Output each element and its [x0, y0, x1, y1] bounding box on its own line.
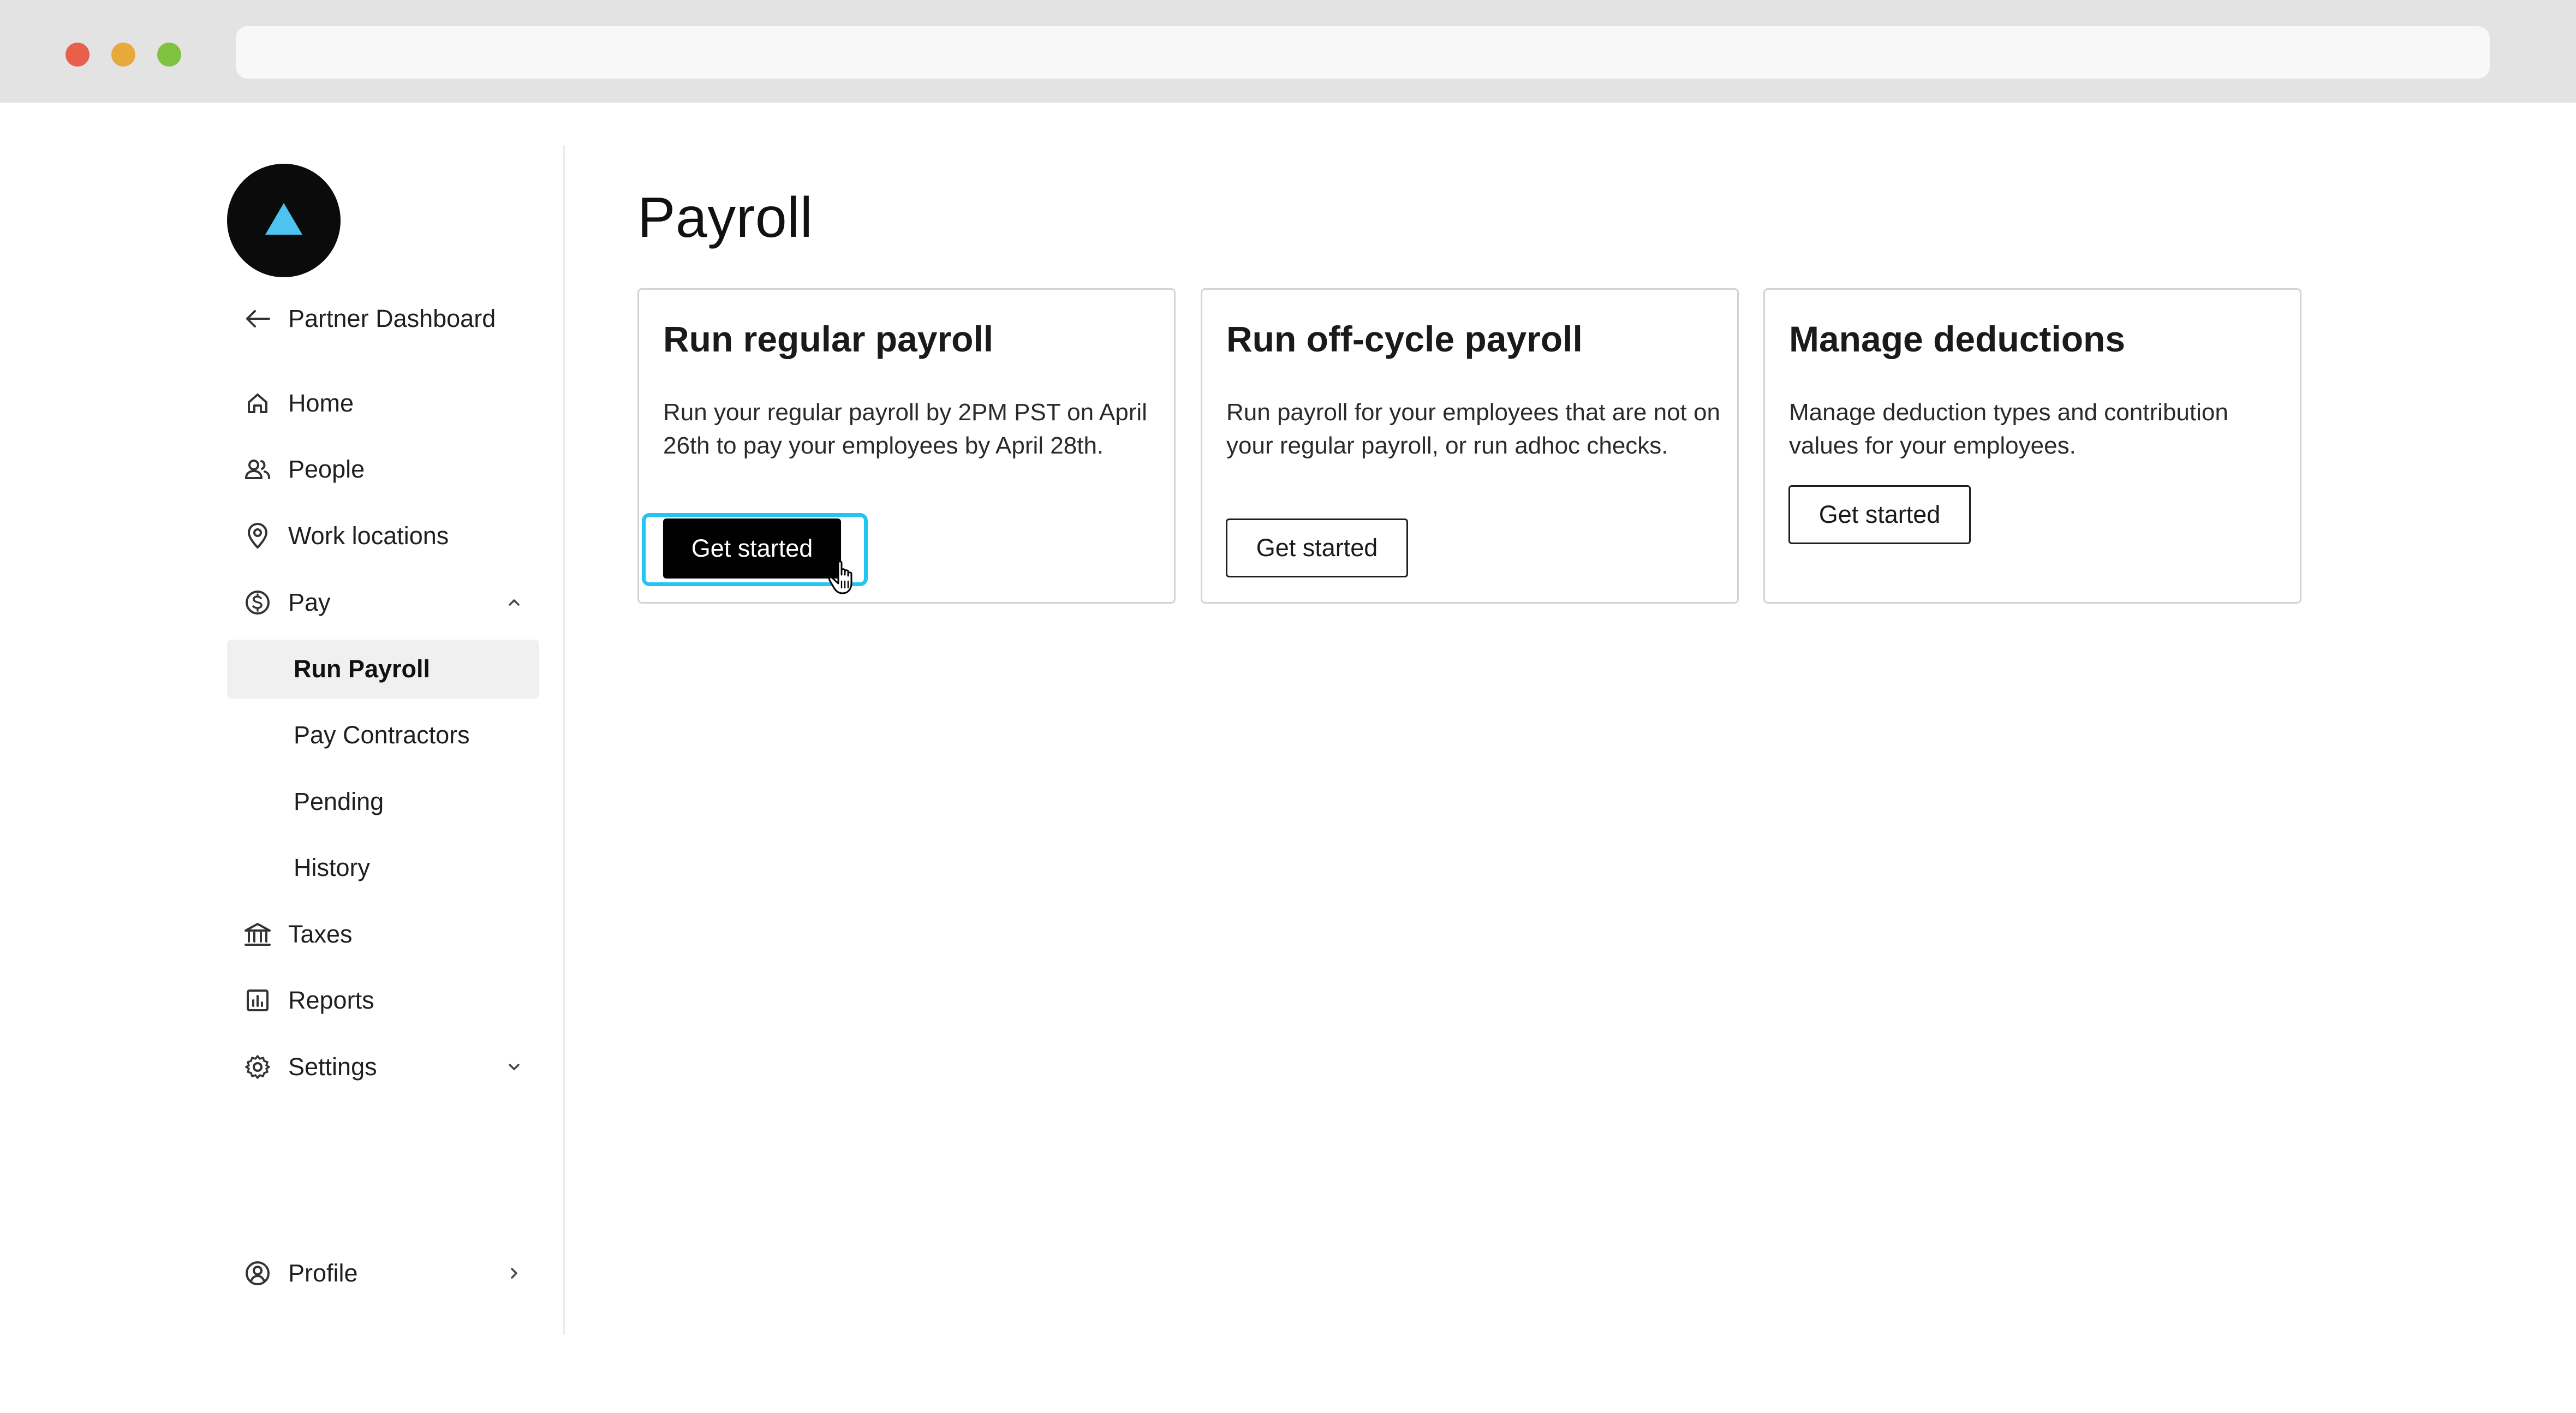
sidebar-item-label: Profile	[288, 1259, 358, 1287]
card-description: Manage deduction types and contribution …	[1789, 399, 2228, 459]
browser-chrome	[0, 0, 2576, 103]
back-link-label: Partner Dashboard	[288, 305, 496, 332]
window-maximize-button[interactable]	[157, 43, 181, 67]
hand-pointer-cursor-icon	[828, 561, 852, 594]
location-pin-icon	[227, 506, 288, 565]
card-title: Manage deductions	[1789, 319, 2126, 359]
sidebar-subitem-label: History	[294, 854, 371, 881]
card-description: Run payroll for your employees that are …	[1226, 399, 1720, 459]
run-off-cycle-payroll-get-started-button[interactable]: Get started	[1226, 518, 1408, 577]
sidebar-item-label: Reports	[288, 986, 374, 1014]
sidebar-item-label: Taxes	[288, 920, 353, 948]
sidebar-item-taxes[interactable]: Taxes	[227, 905, 539, 964]
sidebar-item-label: Pay	[288, 588, 331, 616]
report-chart-icon	[227, 971, 288, 1030]
sidebar-item-label: Work locations	[288, 522, 449, 550]
sidebar-item-work-locations[interactable]: Work locations	[227, 506, 539, 565]
chevron-right-icon	[504, 1260, 524, 1289]
people-icon	[227, 440, 288, 499]
sidebar-subitem-label: Run Payroll	[294, 655, 431, 683]
gear-icon	[227, 1038, 288, 1096]
user-circle-icon	[227, 1244, 288, 1303]
sidebar-item-label: Settings	[288, 1053, 377, 1081]
arrow-left-icon	[227, 289, 288, 348]
window-close-button[interactable]	[65, 43, 90, 67]
triangle-logo-icon	[265, 203, 302, 235]
sidebar-subitem-pay-contractors[interactable]: Pay Contractors	[227, 706, 539, 765]
bank-icon	[227, 905, 288, 964]
card-title: Run regular payroll	[663, 319, 994, 359]
brand-logo[interactable]	[227, 164, 341, 277]
card-description: Run your regular payroll by 2PM PST on A…	[663, 399, 1147, 459]
sidebar-divider	[563, 145, 565, 1335]
card-title: Run off-cycle payroll	[1226, 319, 1583, 359]
sidebar-item-label: Home	[288, 389, 354, 417]
sidebar-subitem-pending[interactable]: Pending	[227, 772, 539, 831]
sidebar-subitem-run-payroll[interactable]: Run Payroll	[227, 640, 539, 699]
chevron-up-icon	[504, 589, 524, 618]
page-title: Payroll	[637, 186, 813, 249]
sidebar-subitem-label: Pending	[294, 788, 384, 815]
sidebar-item-settings[interactable]: Settings	[227, 1038, 539, 1096]
address-bar[interactable]	[236, 26, 2490, 79]
sidebar-subitem-label: Pay Contractors	[294, 721, 470, 749]
card-manage-deductions: Manage deductions Manage deduction types…	[1763, 288, 2301, 604]
run-regular-payroll-get-started-button[interactable]: Get started	[663, 518, 841, 579]
sidebar-item-label: People	[288, 455, 365, 483]
manage-deductions-get-started-button[interactable]: Get started	[1788, 485, 1971, 544]
dollar-circle-icon	[227, 573, 288, 632]
window-minimize-button[interactable]	[111, 43, 135, 67]
sidebar-item-reports[interactable]: Reports	[227, 971, 539, 1030]
chevron-down-icon	[504, 1054, 524, 1083]
home-icon	[227, 374, 288, 433]
sidebar-subitem-history[interactable]: History	[227, 838, 539, 897]
back-to-partner-dashboard[interactable]: Partner Dashboard	[227, 289, 539, 348]
sidebar-item-pay[interactable]: Pay	[227, 573, 539, 632]
sidebar-item-people[interactable]: People	[227, 440, 539, 499]
sidebar-item-home[interactable]: Home	[227, 374, 539, 433]
sidebar-item-profile[interactable]: Profile	[227, 1244, 539, 1303]
